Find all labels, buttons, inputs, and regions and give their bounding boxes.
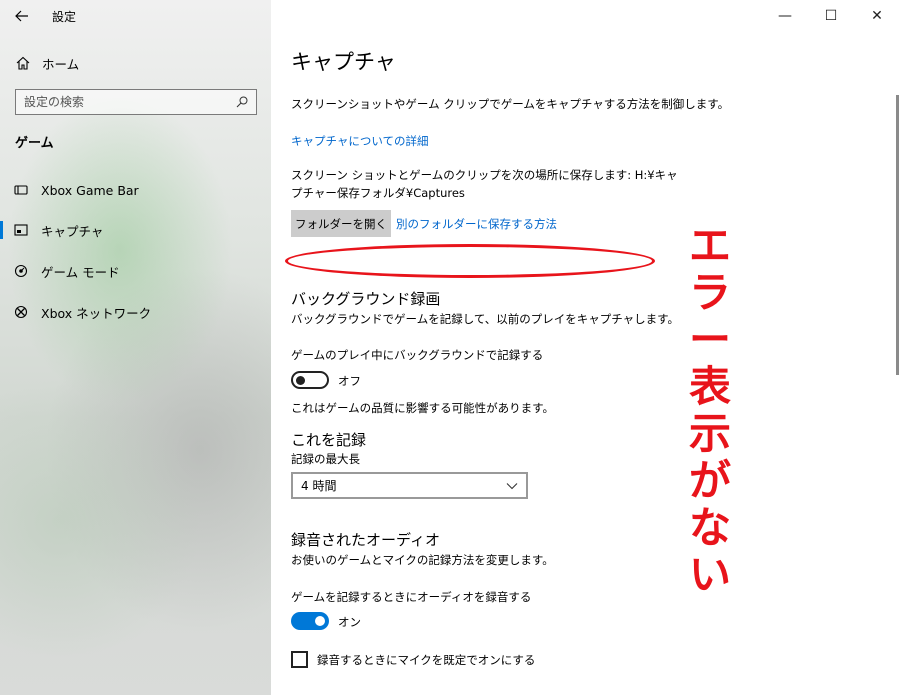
maximize-icon: ☐ — [824, 8, 838, 24]
chevron-down-icon — [506, 482, 518, 489]
red-highlight-ellipse — [285, 244, 655, 278]
sidebar-item-label: Xbox ネットワーク — [41, 305, 152, 321]
recorded-audio-heading: 録音されたオーディオ — [291, 531, 440, 549]
home-icon — [16, 56, 30, 70]
app-title: 設定 — [52, 9, 77, 24]
back-button[interactable] — [0, 0, 44, 32]
close-icon: ✕ — [871, 8, 883, 24]
other-folder-link[interactable]: 別のフォルダーに保存する方法 — [396, 216, 557, 232]
main-content: — ☐ ✕ キャプチャ スクリーンショットやゲーム クリップでゲームをキャプチャ… — [271, 0, 900, 695]
quality-note: これはゲームの品質に影響する可能性があります。 — [291, 401, 555, 415]
mic-default-checkbox-label: 録音するときにマイクを既定でオンにする — [317, 653, 536, 667]
record-this-heading: これを記録 — [291, 431, 367, 449]
back-arrow-icon — [15, 10, 28, 22]
scrollbar-thumb[interactable] — [896, 95, 899, 375]
search-box[interactable] — [15, 89, 257, 115]
toggle-knob — [315, 616, 325, 626]
background-recording-toggle-state: オフ — [338, 374, 361, 388]
title-bar: 設定 — [0, 0, 271, 32]
max-length-label: 記録の最大長 — [291, 452, 360, 466]
sidebar-item-home[interactable]: ホーム — [0, 48, 271, 78]
audio-recording-toggle-state: オン — [338, 615, 361, 629]
annotation-text: エラー表示がない — [688, 221, 731, 599]
sidebar-item-label: ホーム — [42, 56, 80, 72]
audio-toggle-label: ゲームを記録するときにオーディオを録音する — [291, 590, 532, 604]
maximize-button[interactable]: ☐ — [808, 0, 854, 32]
recorded-audio-description: お使いのゲームとマイクの記録方法を変更します。 — [291, 553, 554, 567]
search-input[interactable] — [24, 95, 236, 109]
game-mode-icon — [14, 264, 28, 278]
sidebar-item-label: Xbox Game Bar — [41, 182, 139, 198]
search-icon[interactable] — [236, 96, 248, 108]
capture-icon — [14, 223, 28, 237]
open-folder-button[interactable]: フォルダーを開く — [291, 210, 391, 237]
background-recording-toggle[interactable] — [291, 371, 329, 389]
minimize-button[interactable]: — — [762, 0, 808, 32]
page-description: スクリーンショットやゲーム クリップでゲームをキャプチャする方法を制御します。 — [291, 97, 730, 111]
max-length-value: 4 時間 — [301, 479, 337, 493]
section-title: ゲーム — [15, 136, 54, 151]
toggle-knob — [296, 376, 305, 385]
sidebar-item-xbox-network[interactable]: Xbox ネットワーク — [0, 294, 271, 330]
background-recording-toggle-label: ゲームのプレイ中にバックグラウンドで記録する — [291, 348, 544, 362]
xbox-game-bar-icon — [14, 183, 28, 197]
sidebar-item-game-mode[interactable]: ゲーム モード — [0, 253, 271, 289]
sidebar: 設定 ホーム ゲーム Xbox Game Bar キャプチャ ゲーム モード X… — [0, 0, 271, 695]
mic-default-checkbox[interactable] — [291, 651, 308, 668]
max-length-select[interactable]: 4 時間 — [291, 472, 528, 499]
scrollbar[interactable] — [894, 80, 900, 380]
sidebar-item-xbox-game-bar[interactable]: Xbox Game Bar — [0, 172, 271, 208]
close-button[interactable]: ✕ — [854, 0, 900, 32]
audio-recording-toggle[interactable] — [291, 612, 329, 630]
xbox-icon — [14, 305, 28, 319]
sidebar-item-label: キャプチャ — [41, 223, 104, 239]
sidebar-item-capture[interactable]: キャプチャ — [0, 212, 271, 248]
sidebar-item-label: ゲーム モード — [41, 264, 120, 280]
page-title: キャプチャ — [291, 50, 396, 74]
capture-details-link[interactable]: キャプチャについての詳細 — [291, 133, 429, 149]
background-recording-heading: バックグラウンド録画 — [291, 290, 441, 308]
save-path-text: スクリーン ショットとゲームのクリップを次の場所に保存します: H:¥キャプチャ… — [291, 168, 678, 200]
minimize-icon: — — [778, 8, 792, 24]
background-recording-description: バックグラウンドでゲームを記録して、以前のプレイをキャプチャします。 — [291, 312, 680, 326]
window-controls: — ☐ ✕ — [762, 0, 900, 32]
